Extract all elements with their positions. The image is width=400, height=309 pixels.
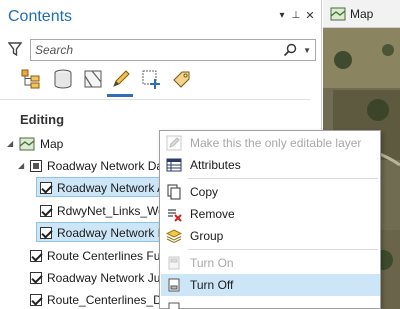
contents-toolbar bbox=[20, 66, 200, 98]
search-icon[interactable] bbox=[283, 43, 297, 57]
menu-item-label: Make this the only editable layer bbox=[190, 136, 362, 150]
tree-item-label: RdwyNet_Links_Work bbox=[57, 204, 175, 218]
menu-item-label: Turn On bbox=[190, 256, 234, 270]
visibility-checkbox[interactable] bbox=[30, 294, 42, 306]
menu-separator bbox=[188, 249, 378, 250]
visibility-checkbox[interactable] bbox=[30, 160, 42, 172]
visibility-checkbox[interactable] bbox=[30, 272, 42, 284]
map-icon bbox=[19, 137, 35, 151]
tree-item-layer[interactable]: Route Centerlines Func bbox=[0, 245, 173, 267]
tab-map[interactable]: Map bbox=[323, 0, 400, 28]
menu-item-turn-on[interactable]: Turn On bbox=[161, 252, 380, 274]
turn-off-icon bbox=[168, 278, 180, 292]
turn-on-icon bbox=[168, 256, 180, 270]
table-icon bbox=[166, 158, 182, 172]
menu-item-copy[interactable]: Copy bbox=[161, 181, 380, 203]
copy-icon bbox=[167, 184, 181, 200]
tree-item-label: Roadway Network Lin bbox=[57, 226, 174, 240]
tree-item-layer[interactable]: Roadway Network Junc bbox=[0, 267, 173, 289]
toolbar-divider bbox=[0, 99, 310, 100]
tree-item-label: Roadway Network Ac bbox=[57, 181, 172, 195]
menu-item-label: Turn Off bbox=[190, 278, 234, 292]
collapse-caret-icon[interactable]: ◢ bbox=[18, 155, 24, 177]
pane-title: Contents bbox=[8, 8, 73, 25]
menu-item-overflow[interactable] bbox=[161, 297, 380, 309]
list-by-editing-icon[interactable] bbox=[110, 68, 132, 90]
list-by-selection-icon[interactable] bbox=[82, 68, 104, 90]
group-icon bbox=[166, 229, 182, 244]
filter-icon[interactable] bbox=[8, 41, 22, 57]
list-by-drawing-order-icon[interactable] bbox=[20, 68, 42, 90]
menu-item-label: Attributes bbox=[190, 158, 241, 172]
search-box[interactable]: Search ▼ bbox=[30, 39, 316, 61]
list-by-labeling-icon[interactable] bbox=[170, 68, 192, 90]
menu-item-group[interactable]: Group bbox=[161, 225, 380, 247]
visibility-checkbox[interactable] bbox=[30, 250, 42, 262]
tree-item-label: Map bbox=[40, 137, 64, 151]
menu-item-make-only-editable[interactable]: Make this the only editable layer bbox=[161, 132, 380, 154]
menu-item-label: Remove bbox=[190, 207, 235, 221]
collapse-caret-icon[interactable]: ◢ bbox=[7, 133, 13, 155]
section-heading: Editing bbox=[20, 112, 65, 127]
editable-icon bbox=[166, 135, 182, 151]
visibility-checkbox[interactable] bbox=[40, 205, 52, 217]
list-by-data-source-icon[interactable] bbox=[52, 68, 74, 90]
pane-header: Contents ▾ ⊥ ✕ bbox=[0, 0, 321, 34]
tree-item-group[interactable]: ◢ Roadway Network Data bbox=[0, 155, 173, 177]
visibility-checkbox[interactable] bbox=[40, 227, 52, 239]
menu-item-turn-off[interactable]: Turn Off bbox=[161, 274, 380, 296]
menu-item-attributes[interactable]: Attributes bbox=[161, 154, 380, 176]
tree-item-label: Route Centerlines Func bbox=[47, 249, 174, 263]
list-by-snapping-icon[interactable] bbox=[140, 68, 162, 90]
map-icon bbox=[330, 7, 346, 21]
pane-pin-button[interactable]: ⊥ bbox=[290, 10, 302, 22]
tree-item-label: Roadway Network Junc bbox=[47, 271, 174, 285]
menu-item-icon bbox=[168, 302, 180, 309]
pane-close-button[interactable]: ✕ bbox=[304, 10, 316, 22]
menu-item-label: Copy bbox=[190, 185, 219, 199]
tree-item-layer[interactable]: Roadway Network Ac bbox=[0, 177, 171, 199]
search-dropdown-icon[interactable]: ▼ bbox=[303, 46, 311, 55]
tree-item-label: Route_Centerlines_Draf bbox=[47, 293, 176, 307]
active-tab-indicator bbox=[107, 94, 133, 97]
menu-separator bbox=[188, 178, 378, 179]
tree-item-layer[interactable]: RdwyNet_Links_Work bbox=[0, 200, 175, 222]
tab-label: Map bbox=[350, 7, 374, 21]
search-input[interactable]: Search bbox=[35, 43, 73, 57]
visibility-checkbox[interactable] bbox=[40, 182, 52, 194]
menu-item-label: Group bbox=[190, 229, 224, 243]
context-menu: Make this the only editable layer Attrib… bbox=[159, 130, 381, 309]
remove-icon bbox=[168, 209, 182, 222]
tree-item-map[interactable]: ◢ Map bbox=[0, 133, 160, 155]
menu-item-remove[interactable]: Remove bbox=[161, 203, 380, 225]
tree-item-label: Roadway Network Data bbox=[47, 159, 174, 173]
tree-item-layer[interactable]: Roadway Network Lin bbox=[0, 222, 174, 244]
tree-item-layer[interactable]: Route_Centerlines_Draf bbox=[0, 289, 176, 309]
pane-menu-button[interactable]: ▾ bbox=[276, 10, 288, 22]
